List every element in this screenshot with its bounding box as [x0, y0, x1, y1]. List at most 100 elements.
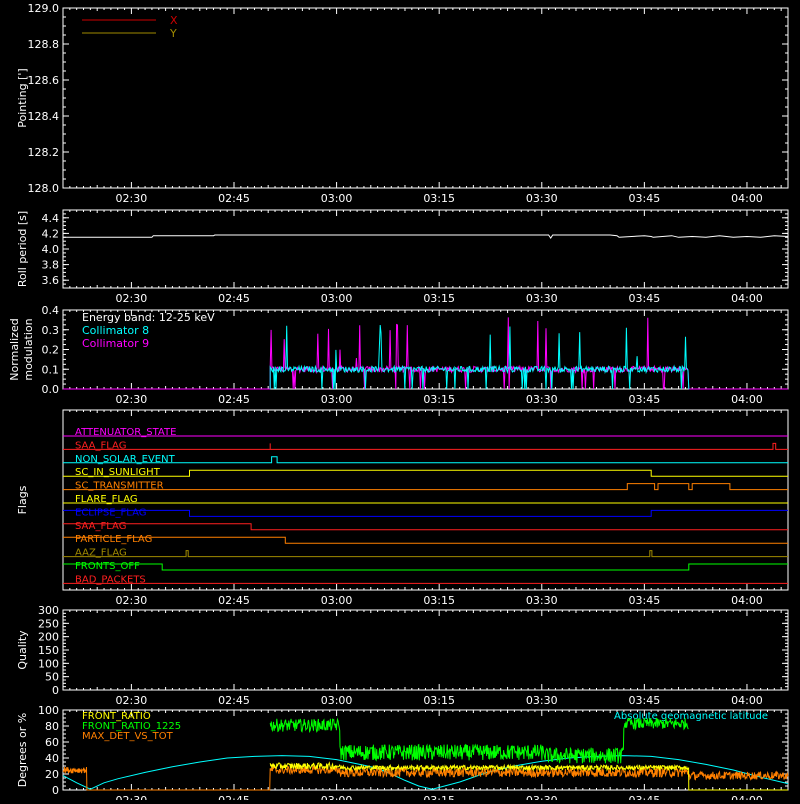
quality-time-label: 04:00	[731, 694, 763, 707]
roll-time-label: 03:00	[321, 292, 353, 305]
modulation-time-label: 03:00	[321, 393, 353, 406]
panel-pointing: 02:30 02:45 03:00 03:15 03:30 03:45 04:00Point…	[16, 2, 789, 205]
roll-y-tick-label: 4.2	[42, 227, 60, 240]
quality-time-label: 03:30	[526, 694, 558, 707]
flag-line-aaz_flag	[63, 550, 788, 558]
ratios-y-label: Degrees or %	[16, 713, 29, 787]
pointing-y-tick-label: 128.2	[28, 146, 60, 159]
flag-label-fronts_off: FRONTS_OFF	[75, 561, 140, 572]
flags-time-label: 03:15	[423, 594, 455, 607]
legend-collimator-8: Collimator 8	[82, 324, 149, 337]
quality-y-tick-label: 200	[38, 631, 59, 644]
roll-time-label: 04:00	[731, 292, 763, 305]
pointing-y-tick-label: 129.0	[28, 2, 60, 15]
ratios-time-label: 03:45	[629, 794, 661, 800]
flag-line-saa_flag	[63, 523, 788, 531]
panel-flags: 02:30 02:45 03:00 03:15 03:30 03:45 04:00 Flags…	[16, 409, 789, 607]
collimator-8-line	[269, 324, 690, 390]
roll-time-label: 03:15	[423, 292, 455, 305]
pointing-y-tick-label: 128.8	[28, 38, 60, 51]
quality-time-label: 02:30	[116, 694, 148, 707]
ratios-y-tick-label: 40	[45, 752, 59, 765]
quality-y-tick-label: 50	[45, 671, 59, 684]
quality-frame	[62, 609, 789, 691]
legend-label-y: Y	[169, 27, 177, 40]
flag-label-eclipse_flag: ECLIPSE_FLAG	[75, 507, 146, 518]
flags-time-label: 04:00	[731, 594, 763, 607]
roll-y-label-text: Roll period [s]	[16, 211, 29, 287]
modulation-time-label: 03:45	[629, 393, 661, 406]
front-ratio-1225-line	[269, 717, 689, 764]
flags-time-label: 02:45	[218, 594, 250, 607]
pointing-time-label: 04:00	[731, 192, 763, 205]
quality-time-label: 03:15	[423, 694, 455, 707]
flags-time-label: 03:30	[526, 594, 558, 607]
panel-quality: 02:30 02:45 03:00 03:15 03:30 03:45 04:00 Quali…	[16, 604, 789, 707]
modulation-time-label: 02:30	[116, 393, 148, 406]
flag-line-particle_flag	[63, 536, 788, 544]
ratios-y-tick-label: 0	[52, 784, 59, 797]
quality-y-tick-label: 250	[38, 617, 59, 630]
quality-y-tick-label: 0	[52, 684, 59, 697]
pointing-y-tick-label: 128.0	[28, 182, 60, 195]
ratios-y-tick-label: 80	[45, 720, 59, 733]
energy-band-annotation: Energy band: 12-25 keV	[82, 311, 215, 324]
modulation-y-tick-label: 0.1	[42, 363, 60, 376]
quality-y-label-text: Quality	[16, 630, 29, 670]
roll-y-tick-label: 4.0	[42, 243, 60, 256]
modulation-y-label-line: modulation	[22, 318, 35, 380]
multi-panel-time-series-chart: 02:30 02:45 03:00 03:15 03:30 03:45 04:00Point…	[8, 2, 789, 804]
ratios-time-label: 03:30	[526, 794, 558, 800]
roll-time-label: 03:30	[526, 292, 558, 305]
flag-label-saa_flag: SAA_FLAG	[75, 521, 126, 532]
quality-time-label: 03:45	[629, 694, 661, 707]
roll-y-tick-label: 3.6	[42, 274, 60, 287]
quality-y-tick-label: 150	[38, 644, 59, 657]
ratios-time-label: 02:45	[218, 794, 250, 800]
flags-y-label: Flags	[16, 485, 29, 514]
modulation-y-tick-label: 0.3	[42, 324, 60, 337]
legend-collimator-9: Collimator 9	[82, 337, 149, 350]
pointing-time-label: 02:30	[116, 192, 148, 205]
flags-time-label: 03:00	[321, 594, 353, 607]
roll-time-label: 02:30	[116, 292, 148, 305]
roll-time-label: 03:45	[629, 292, 661, 305]
flag-line-sc_transmitter	[63, 483, 788, 491]
flags-y-label-text: Flags	[16, 485, 29, 514]
ratios-time-label: 03:00	[321, 794, 353, 800]
ratios-time-label: 02:30	[116, 794, 148, 800]
chart-stage: 02:30 02:45 03:00 03:15 03:30 03:45 04:00 Point…	[0, 0, 800, 804]
modulation-y-label-line: Normalized	[8, 318, 21, 380]
modulation-y-tick-label: 0.4	[42, 304, 60, 317]
pointing-time-label: 03:30	[526, 192, 558, 205]
ratios-time-label: 04:00	[731, 794, 763, 800]
modulation-time-label: 03:30	[526, 393, 558, 406]
pointing-time-label: 03:45	[629, 192, 661, 205]
ratios-time-label: 03:15	[423, 794, 455, 800]
quality-y-tick-label: 300	[38, 604, 59, 617]
flag-line-sc_in_sunlight	[63, 469, 788, 477]
quality-y-label: Quality	[16, 630, 29, 670]
modulation-y-tick-label: 0.2	[42, 344, 60, 357]
legend-label-x: X	[170, 14, 178, 27]
modulation-time-label: 02:45	[218, 393, 250, 406]
pointing-y-tick-label: 128.6	[28, 74, 60, 87]
roll-y-tick-label: 4.4	[42, 212, 60, 225]
flags-time-label: 03:45	[629, 594, 661, 607]
roll-frame	[62, 209, 789, 289]
pointing-time-label: 03:00	[321, 192, 353, 205]
quality-time-label: 02:45	[218, 694, 250, 707]
pointing-time-label: 02:45	[218, 192, 250, 205]
roll-time-label: 02:45	[218, 292, 250, 305]
flags-time-label: 02:30	[116, 594, 148, 607]
flag-label-particle_flag: PARTICLE_FLAG	[75, 534, 152, 545]
panel-ratios: 02:30 02:45 03:00 03:15 03:30 03:45 04:00 Degre…	[16, 704, 789, 804]
modulation-y-label: Normalized modulation	[8, 318, 35, 380]
modulation-time-label: 04:00	[731, 393, 763, 406]
flag-line-eclipse_flag	[63, 509, 788, 517]
modulation-time-label: 03:15	[423, 393, 455, 406]
quality-y-tick-label: 100	[38, 657, 59, 670]
ratios-y-tick-label: 100	[38, 704, 59, 717]
quality-time-label: 03:00	[321, 694, 353, 707]
roll-y-tick-label: 3.8	[42, 259, 60, 272]
